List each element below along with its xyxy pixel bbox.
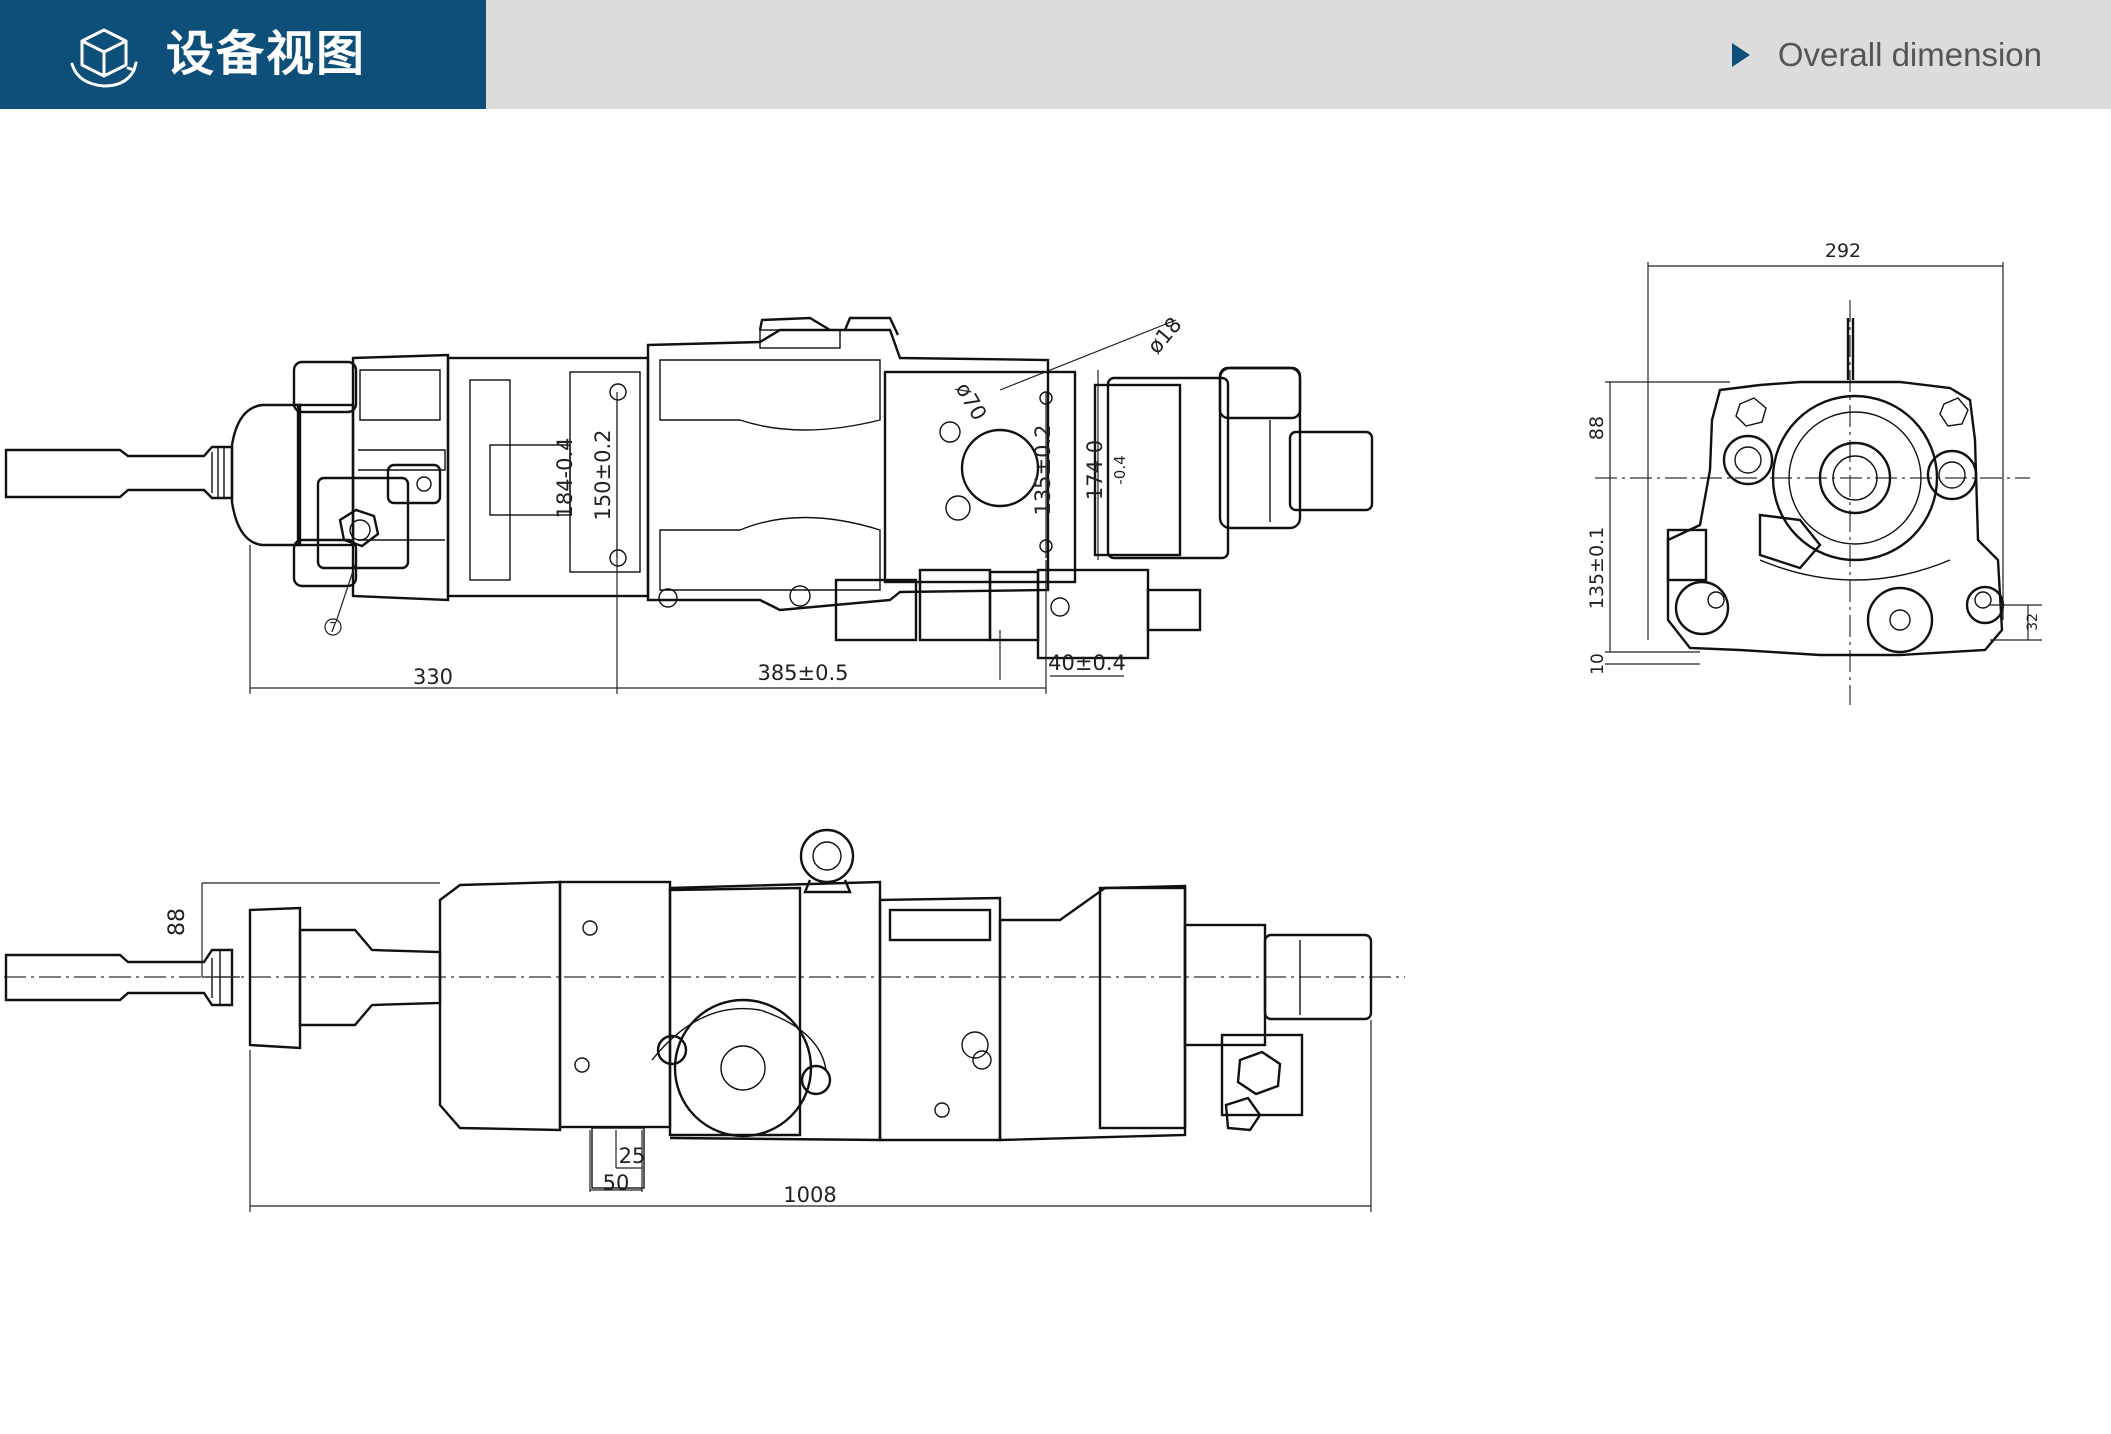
dim-184: 184-0.4 [553,437,577,518]
dim-phi18: ø18 [1143,313,1187,359]
dim-25: 25 [619,1144,646,1168]
end-view: 292 88 135±0.1 10 32 [1586,240,2042,705]
dim-150: 150±0.2 [591,429,615,520]
top-view: 7 330 385±0.5 40±0.4 184-0.4 150±0.2 135… [4,313,1374,694]
dim-end-88: 88 [1586,416,1608,440]
side-view: 88 25 50 1008 [4,828,1405,1212]
dim-side-88: 88 [165,908,190,936]
dim-1008: 1008 [783,1183,836,1207]
dim-40: 40±0.4 [1048,651,1126,675]
callout-7: 7 [329,621,337,636]
dim-phi70: ø70 [951,378,992,424]
dim-330: 330 [413,665,453,689]
dim-174: 174 0 [1083,440,1107,500]
dim-292: 292 [1825,240,1861,262]
dim-end-10: 10 [1588,653,1608,675]
dim-174-sub: -0.4 [1111,455,1129,484]
dim-end-32: 32 [2025,613,2041,631]
dim-135: 135±0.2 [1031,424,1055,515]
dim-end-135: 135±0.1 [1586,527,1608,609]
dim-50: 50 [603,1171,630,1195]
engineering-drawing: .o{fill:none;stroke:#111;stroke-width:2.… [4,240,2042,1212]
dim-385: 385±0.5 [757,661,848,685]
